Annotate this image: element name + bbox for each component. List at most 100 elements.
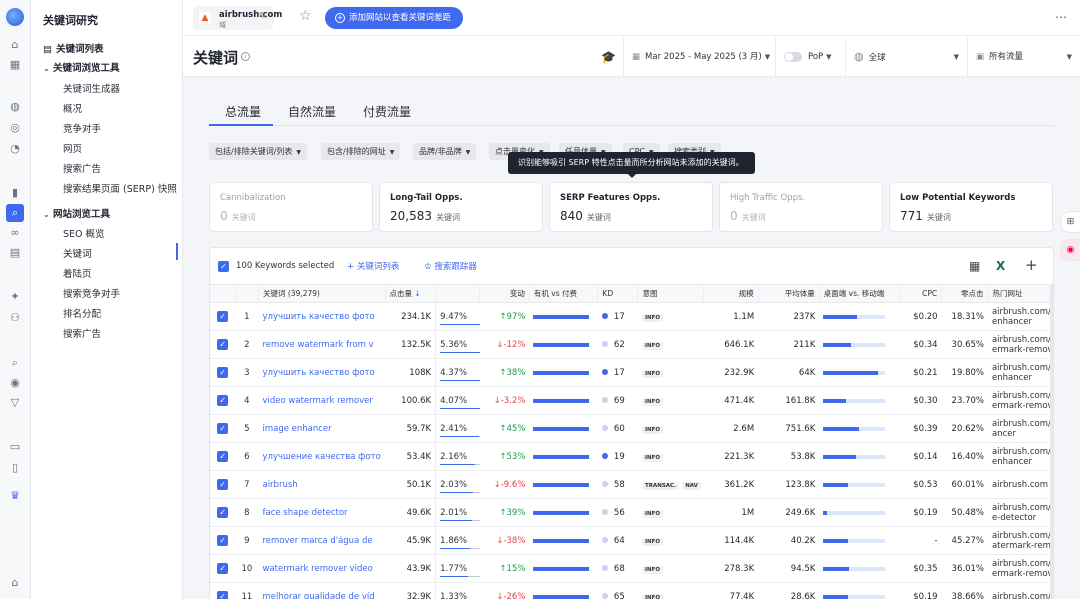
sparkle-icon[interactable]: ✦ [8, 290, 22, 304]
select-all-checkbox[interactable]: ✓ [218, 261, 229, 272]
pie-icon[interactable]: ◔ [8, 142, 22, 156]
keyword-link[interactable]: улучшить качество фото [258, 302, 385, 331]
tab-organic-traffic[interactable]: 自然流量 [288, 103, 336, 120]
site-chip[interactable]: ▲ airbrush.com 域 ✎ [193, 6, 282, 30]
traffic-select[interactable]: ▣ 所有流量 ▼ [967, 37, 1080, 77]
top-url-cell[interactable]: airbrush.com/vidermark-remover [987, 386, 1053, 415]
row-checkbox[interactable]: ✓ [217, 395, 229, 406]
home-icon[interactable]: ⌂ [8, 38, 22, 52]
nav-search-competitors[interactable]: 搜索竞争对手 [63, 286, 120, 300]
add-to-keyword-list-link[interactable]: + 关键词列表 [347, 260, 399, 272]
nav-landing-pages[interactable]: 着陆页 [63, 266, 92, 280]
nav-search-ads[interactable]: 搜索广告 [63, 161, 101, 175]
top-url-cell[interactable]: airbrush.com/pt/ [987, 582, 1053, 599]
th-cpc[interactable]: CPC [899, 284, 943, 303]
row-checkbox[interactable]: ✓ [217, 479, 229, 490]
nav-kw-generator[interactable]: 关键词生成器 [63, 81, 120, 95]
top-url-cell[interactable]: airbrush.com [987, 470, 1053, 499]
card-serp-features[interactable]: SERP Features Opps. 840 关键词 [549, 182, 713, 232]
date-range-picker[interactable]: ▦ Mar 2025 - May 2025 (3 月) ▼ [623, 37, 775, 77]
table-scrollbar[interactable] [1050, 284, 1053, 599]
more-icon[interactable]: ⋯ [1055, 10, 1068, 24]
table-row[interactable]: ✓ 11 melhorar qualidade de víd 32.9K 1.3… [210, 582, 1053, 599]
crown-icon[interactable]: ♛ [8, 489, 22, 503]
graduation-cap-icon[interactable]: 🎓 [593, 37, 621, 77]
nav-site-search-ads[interactable]: 搜索广告 [63, 326, 101, 340]
settings-icon[interactable]: ⌂ [8, 576, 22, 590]
table-row[interactable]: ✓ 2 remove watermark from v 132.5K 5.36%… [210, 330, 1053, 359]
grid-icon[interactable]: ▦ [8, 58, 22, 72]
th-scale[interactable]: 规模 [703, 284, 759, 303]
keyword-link[interactable]: watermark remover video [258, 554, 385, 583]
link-icon[interactable]: ∞ [8, 226, 22, 240]
nav-serp-snapshot[interactable]: 搜索结果页面 (SERP) 快照 [63, 181, 177, 195]
th-keyword[interactable]: 关键词 (39,279) [258, 284, 386, 303]
funnel-icon[interactable]: ▽ [8, 396, 22, 410]
filter-include-exclude-urls[interactable]: 包含/排除的网址 ▼ [321, 143, 401, 160]
excel-icon[interactable]: X [996, 259, 1005, 273]
nav-site-tools[interactable]: ⌄ 网站浏览工具 [43, 206, 110, 220]
th-intent[interactable]: 意图 [637, 284, 704, 303]
th-clicks[interactable]: 点击量 ↓ [385, 284, 437, 303]
info-icon[interactable]: i [241, 52, 250, 61]
columns-icon[interactable]: ▦ [969, 259, 980, 273]
plus-icon[interactable]: + [1025, 256, 1038, 274]
keyword-link[interactable]: remove watermark from v [258, 330, 385, 359]
th-kd[interactable]: KD [597, 284, 639, 303]
keyword-link[interactable]: face shape detector [258, 498, 385, 527]
th-zero-click[interactable]: 零点击 [941, 284, 989, 303]
nav-rank-distribution[interactable]: 排名分配 [63, 306, 101, 320]
keyword-link[interactable]: video watermark remover [258, 386, 385, 415]
th-avg-volume[interactable]: 平均体量 [758, 284, 820, 303]
compass-icon[interactable]: ◎ [8, 121, 22, 135]
row-checkbox[interactable]: ✓ [217, 535, 229, 546]
row-checkbox[interactable]: ✓ [217, 311, 229, 322]
target-icon[interactable]: ◉ [8, 376, 22, 390]
pop-toggle[interactable]: PoP ▼ [775, 37, 845, 77]
th-organic-paid[interactable]: 有机 vs 付费 [529, 284, 599, 303]
row-checkbox[interactable]: ✓ [217, 563, 229, 574]
top-url-cell[interactable]: airbrush.com/vidermark-remover [987, 330, 1053, 359]
keyword-link[interactable]: улучшение качества фото [258, 442, 385, 471]
nav-overview[interactable]: 概况 [63, 101, 82, 115]
chart-icon[interactable]: ▮ [8, 186, 22, 200]
card-long-tail[interactable]: Long-Tail Opps. 20,583 关键词 [379, 182, 543, 232]
keyword-link[interactable]: remover marca d'água de [258, 526, 385, 555]
top-url-cell[interactable]: airbrush.com/vidermark-remover [987, 554, 1053, 583]
card-cannibalization[interactable]: Cannibalization 0 关键词 [209, 182, 373, 232]
table-row[interactable]: ✓ 6 улучшение качества фото 53.4K 2.16% … [210, 442, 1053, 471]
table-row[interactable]: ✓ 1 улучшить качество фото 234.1K 9.47% … [210, 302, 1053, 331]
filter-brand[interactable]: 品牌/非品牌 ▼ [413, 143, 477, 160]
search-zoom-icon[interactable]: ⌕ [8, 356, 22, 370]
nav-keywords[interactable]: 关键词 [63, 246, 92, 260]
keyword-link[interactable]: airbrush [258, 470, 385, 499]
table-row[interactable]: ✓ 4 video watermark remover 100.6K 4.07%… [210, 386, 1053, 415]
group-icon[interactable]: ⚇ [8, 311, 22, 325]
top-url-cell[interactable]: airbrush.com/ru/enhancer [987, 302, 1053, 331]
card-high-traffic[interactable]: High Traffic Opps. 0 关键词 [719, 182, 883, 232]
nav-competitors[interactable]: 竞争对手 [63, 121, 101, 135]
globe-icon[interactable]: ◍ [8, 100, 22, 114]
table-row[interactable]: ✓ 9 remover marca d'água de 45.9K 1.86% … [210, 526, 1053, 555]
tab-total-traffic[interactable]: 总流量 [225, 103, 261, 120]
row-checkbox[interactable]: ✓ [217, 591, 229, 599]
keyword-icon[interactable]: ⌕ [6, 204, 24, 222]
table-row[interactable]: ✓ 8 face shape detector 49.6K 2.01% ↑39%… [210, 498, 1053, 527]
pencil-icon[interactable]: ✎ [259, 11, 267, 22]
star-icon[interactable]: ☆ [299, 8, 312, 24]
clipboard-icon[interactable]: ▯ [8, 461, 22, 475]
row-checkbox[interactable]: ✓ [217, 339, 229, 350]
side-grid-icon[interactable]: ⊞ [1060, 211, 1080, 233]
card-low-potential[interactable]: Low Potential Keywords 771 关键词 [889, 182, 1053, 232]
top-url-cell[interactable]: airbrush.com/imaancer [987, 414, 1053, 443]
row-checkbox[interactable]: ✓ [217, 423, 229, 434]
top-url-cell[interactable]: airbrush.com/ru/enhancer [987, 442, 1053, 471]
table-row[interactable]: ✓ 7 airbrush 50.1K 2.03% ↓-9.6% 58 TRANS… [210, 470, 1053, 499]
keyword-link[interactable]: image enhancer [258, 414, 385, 443]
filter-include-exclude-keywords[interactable]: 包括/排除关键词/列表 ▼ [209, 143, 308, 160]
nav-pages[interactable]: 网页 [63, 141, 82, 155]
doc-icon[interactable]: ▤ [8, 246, 22, 260]
table-row[interactable]: ✓ 3 улучшить качество фото 108K 4.37% ↑3… [210, 358, 1053, 387]
top-url-cell[interactable]: airbrush.com/pt/atermark-remover [987, 526, 1053, 555]
top-url-cell[interactable]: airbrush.com/face-detector [987, 498, 1053, 527]
